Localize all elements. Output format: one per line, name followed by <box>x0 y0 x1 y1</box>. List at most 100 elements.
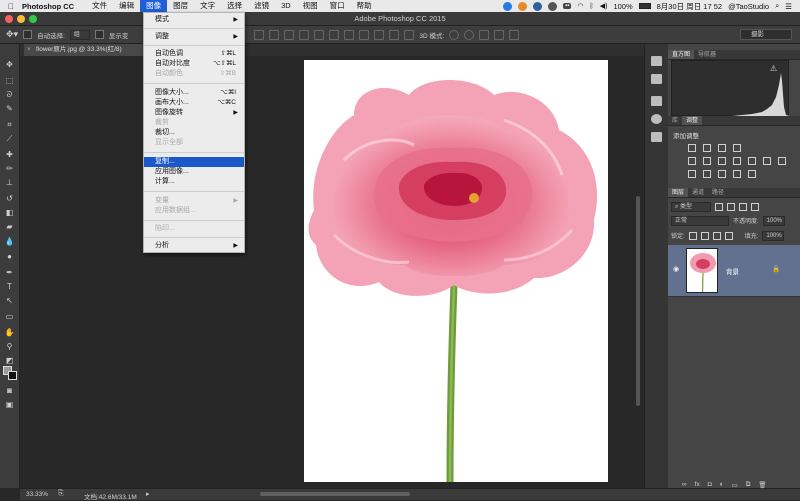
zoom-level[interactable]: 33.33% <box>26 491 48 498</box>
quick-select-tool-icon[interactable]: ✎ <box>4 104 15 113</box>
menu-edit[interactable]: 编辑 <box>113 0 140 12</box>
menu-item-variables[interactable]: 变量 ▶ <box>144 196 244 206</box>
menu-extra-icon[interactable]: ▪▪ <box>563 3 572 9</box>
levels-icon[interactable] <box>703 144 711 152</box>
healing-brush-tool-icon[interactable]: ✚ <box>4 150 15 159</box>
color-lookup-icon[interactable] <box>778 157 786 165</box>
menu-item-adjustments[interactable]: 调整 ▶ <box>144 32 244 42</box>
eyedropper-tool-icon[interactable]: ⟋ <box>4 134 15 143</box>
quick-mask-icon[interactable]: ◙ <box>4 386 15 395</box>
tab-channels[interactable]: 通道 <box>688 188 708 197</box>
align-right-icon[interactable] <box>329 29 340 40</box>
color-balance-icon[interactable] <box>718 157 726 165</box>
menu-item-duplicate[interactable]: 复制... <box>144 157 244 167</box>
volume-icon[interactable]: ◀) <box>600 2 608 10</box>
status-arrow-icon[interactable]: ▸ <box>146 490 150 498</box>
show-transform-checkbox[interactable] <box>94 30 104 39</box>
app-status-icon[interactable] <box>518 1 528 11</box>
delete-layer-icon[interactable]: 🗑 <box>758 481 766 491</box>
app-menu[interactable]: Photoshop CC <box>22 2 74 11</box>
clone-stamp-tool-icon[interactable]: ⊥ <box>4 178 15 187</box>
default-colors-icon[interactable]: ◩ <box>4 356 15 365</box>
menu-item-apply-image[interactable]: 应用图像... <box>144 167 244 177</box>
3d-orbit-icon[interactable] <box>449 29 460 40</box>
tab-paths[interactable]: 路径 <box>708 188 728 197</box>
vertical-scrollbar[interactable] <box>636 196 640 406</box>
black-white-icon[interactable] <box>733 157 741 165</box>
invert-icon[interactable] <box>688 170 696 178</box>
tab-layers[interactable]: 图层 <box>668 188 689 197</box>
menu-item-auto-color[interactable]: 自动颜色 ⇧⌘B <box>144 69 244 79</box>
history-panel-icon[interactable] <box>651 56 662 66</box>
menu-item-mode[interactable]: 模式 ▶ <box>144 15 244 25</box>
filter-adjust-icon[interactable] <box>727 202 735 211</box>
info-icon[interactable] <box>503 1 513 11</box>
dropbox-icon[interactable] <box>533 1 543 11</box>
menu-item-crop[interactable]: 裁剪 <box>144 118 244 128</box>
menu-select[interactable]: 选择 <box>221 0 248 12</box>
menu-type[interactable]: 文字 <box>194 0 221 12</box>
bluetooth-icon[interactable]: ᛒ <box>590 3 594 10</box>
tab-histogram[interactable]: 直方图 <box>668 50 695 59</box>
exposure-icon[interactable] <box>733 144 741 152</box>
screen-mode-icon[interactable]: ▣ <box>4 400 15 409</box>
document-canvas[interactable] <box>304 60 608 483</box>
curves-icon[interactable] <box>718 144 726 152</box>
align-center-icon[interactable] <box>314 29 325 40</box>
menu-view[interactable]: 视图 <box>297 0 324 12</box>
layer-lock-icon[interactable]: 🔒 <box>772 265 780 273</box>
align-left-icon[interactable] <box>299 29 310 40</box>
layer-style-icon[interactable]: fx <box>695 481 700 491</box>
distribute-middle-icon[interactable] <box>359 29 370 40</box>
move-tool-preset-icon[interactable]: ✥▾ <box>6 29 18 40</box>
hue-saturation-icon[interactable] <box>703 157 711 165</box>
menu-item-image-size[interactable]: 图像大小... ⌥⌘I <box>144 88 244 98</box>
workspace-dropdown[interactable]: 摄影 <box>740 29 792 40</box>
spotlight-icon[interactable]: ⌕ <box>775 1 779 11</box>
3d-slide-icon[interactable] <box>494 29 505 40</box>
selective-color-icon[interactable] <box>733 170 741 178</box>
rectangle-tool-icon[interactable]: ▭ <box>4 312 15 321</box>
layer-row-background[interactable]: ◉ 背景 🔒 <box>668 245 800 297</box>
menu-item-auto-contrast[interactable]: 自动对比度 ⌥⇧⌘L <box>144 59 244 69</box>
menu-item-analysis[interactable]: 分析 ▶ <box>144 241 244 251</box>
menu-item-trim[interactable]: 裁切... <box>144 128 244 138</box>
share-icon[interactable]: ⎘ <box>58 490 64 498</box>
opacity-input[interactable]: 100% <box>762 215 785 226</box>
properties-panel-icon[interactable] <box>651 96 662 106</box>
3d-pan-icon[interactable] <box>479 29 490 40</box>
eraser-tool-icon[interactable]: ◧ <box>4 208 15 217</box>
add-mask-icon[interactable]: ◘ <box>708 481 712 491</box>
menu-item-calculations[interactable]: 计算... <box>144 177 244 187</box>
menu-layer[interactable]: 图层 <box>167 0 194 12</box>
filter-pixel-icon[interactable] <box>715 202 723 211</box>
layer-visibility-icon[interactable]: ◉ <box>673 265 679 273</box>
tool-presets-panel-icon[interactable] <box>651 132 662 142</box>
lasso-tool-icon[interactable]: ᘐ <box>4 90 15 99</box>
menu-window[interactable]: 窗口 <box>324 0 351 12</box>
crop-tool-icon[interactable]: ⌗ <box>4 120 15 129</box>
distribute-bottom-icon[interactable] <box>374 29 385 40</box>
lock-move-icon[interactable] <box>712 231 721 240</box>
gradient-map-icon[interactable] <box>748 170 756 178</box>
filter-type-icon[interactable] <box>739 202 747 211</box>
move-tool-icon[interactable]: ✥ <box>4 60 15 69</box>
apple-icon[interactable]:  <box>0 2 22 11</box>
3d-scale-icon[interactable] <box>509 29 520 40</box>
pen-tool-icon[interactable]: ✒ <box>4 268 15 277</box>
layer-name[interactable]: 背景 <box>726 266 739 276</box>
battery-icon[interactable] <box>638 3 651 9</box>
align-bottom-icon[interactable] <box>284 29 295 40</box>
channel-mixer-icon[interactable] <box>763 157 771 165</box>
menu-item-auto-tone[interactable]: 自动色调 ⇧⌘L <box>144 49 244 59</box>
align-middle-icon[interactable] <box>269 29 280 40</box>
notification-icon[interactable]: ☰ <box>785 2 792 11</box>
menu-file[interactable]: 文件 <box>86 0 113 12</box>
menu-item-reveal-all[interactable]: 显示全部 <box>144 138 244 148</box>
menu-help[interactable]: 帮助 <box>351 0 378 12</box>
blur-tool-icon[interactable]: 💧 <box>4 237 15 246</box>
gradient-tool-icon[interactable]: ▰ <box>4 222 15 231</box>
threshold-icon[interactable] <box>718 170 726 178</box>
link-layers-icon[interactable]: ∞ <box>682 481 687 491</box>
tab-adjustments[interactable]: 调整 <box>682 116 703 125</box>
